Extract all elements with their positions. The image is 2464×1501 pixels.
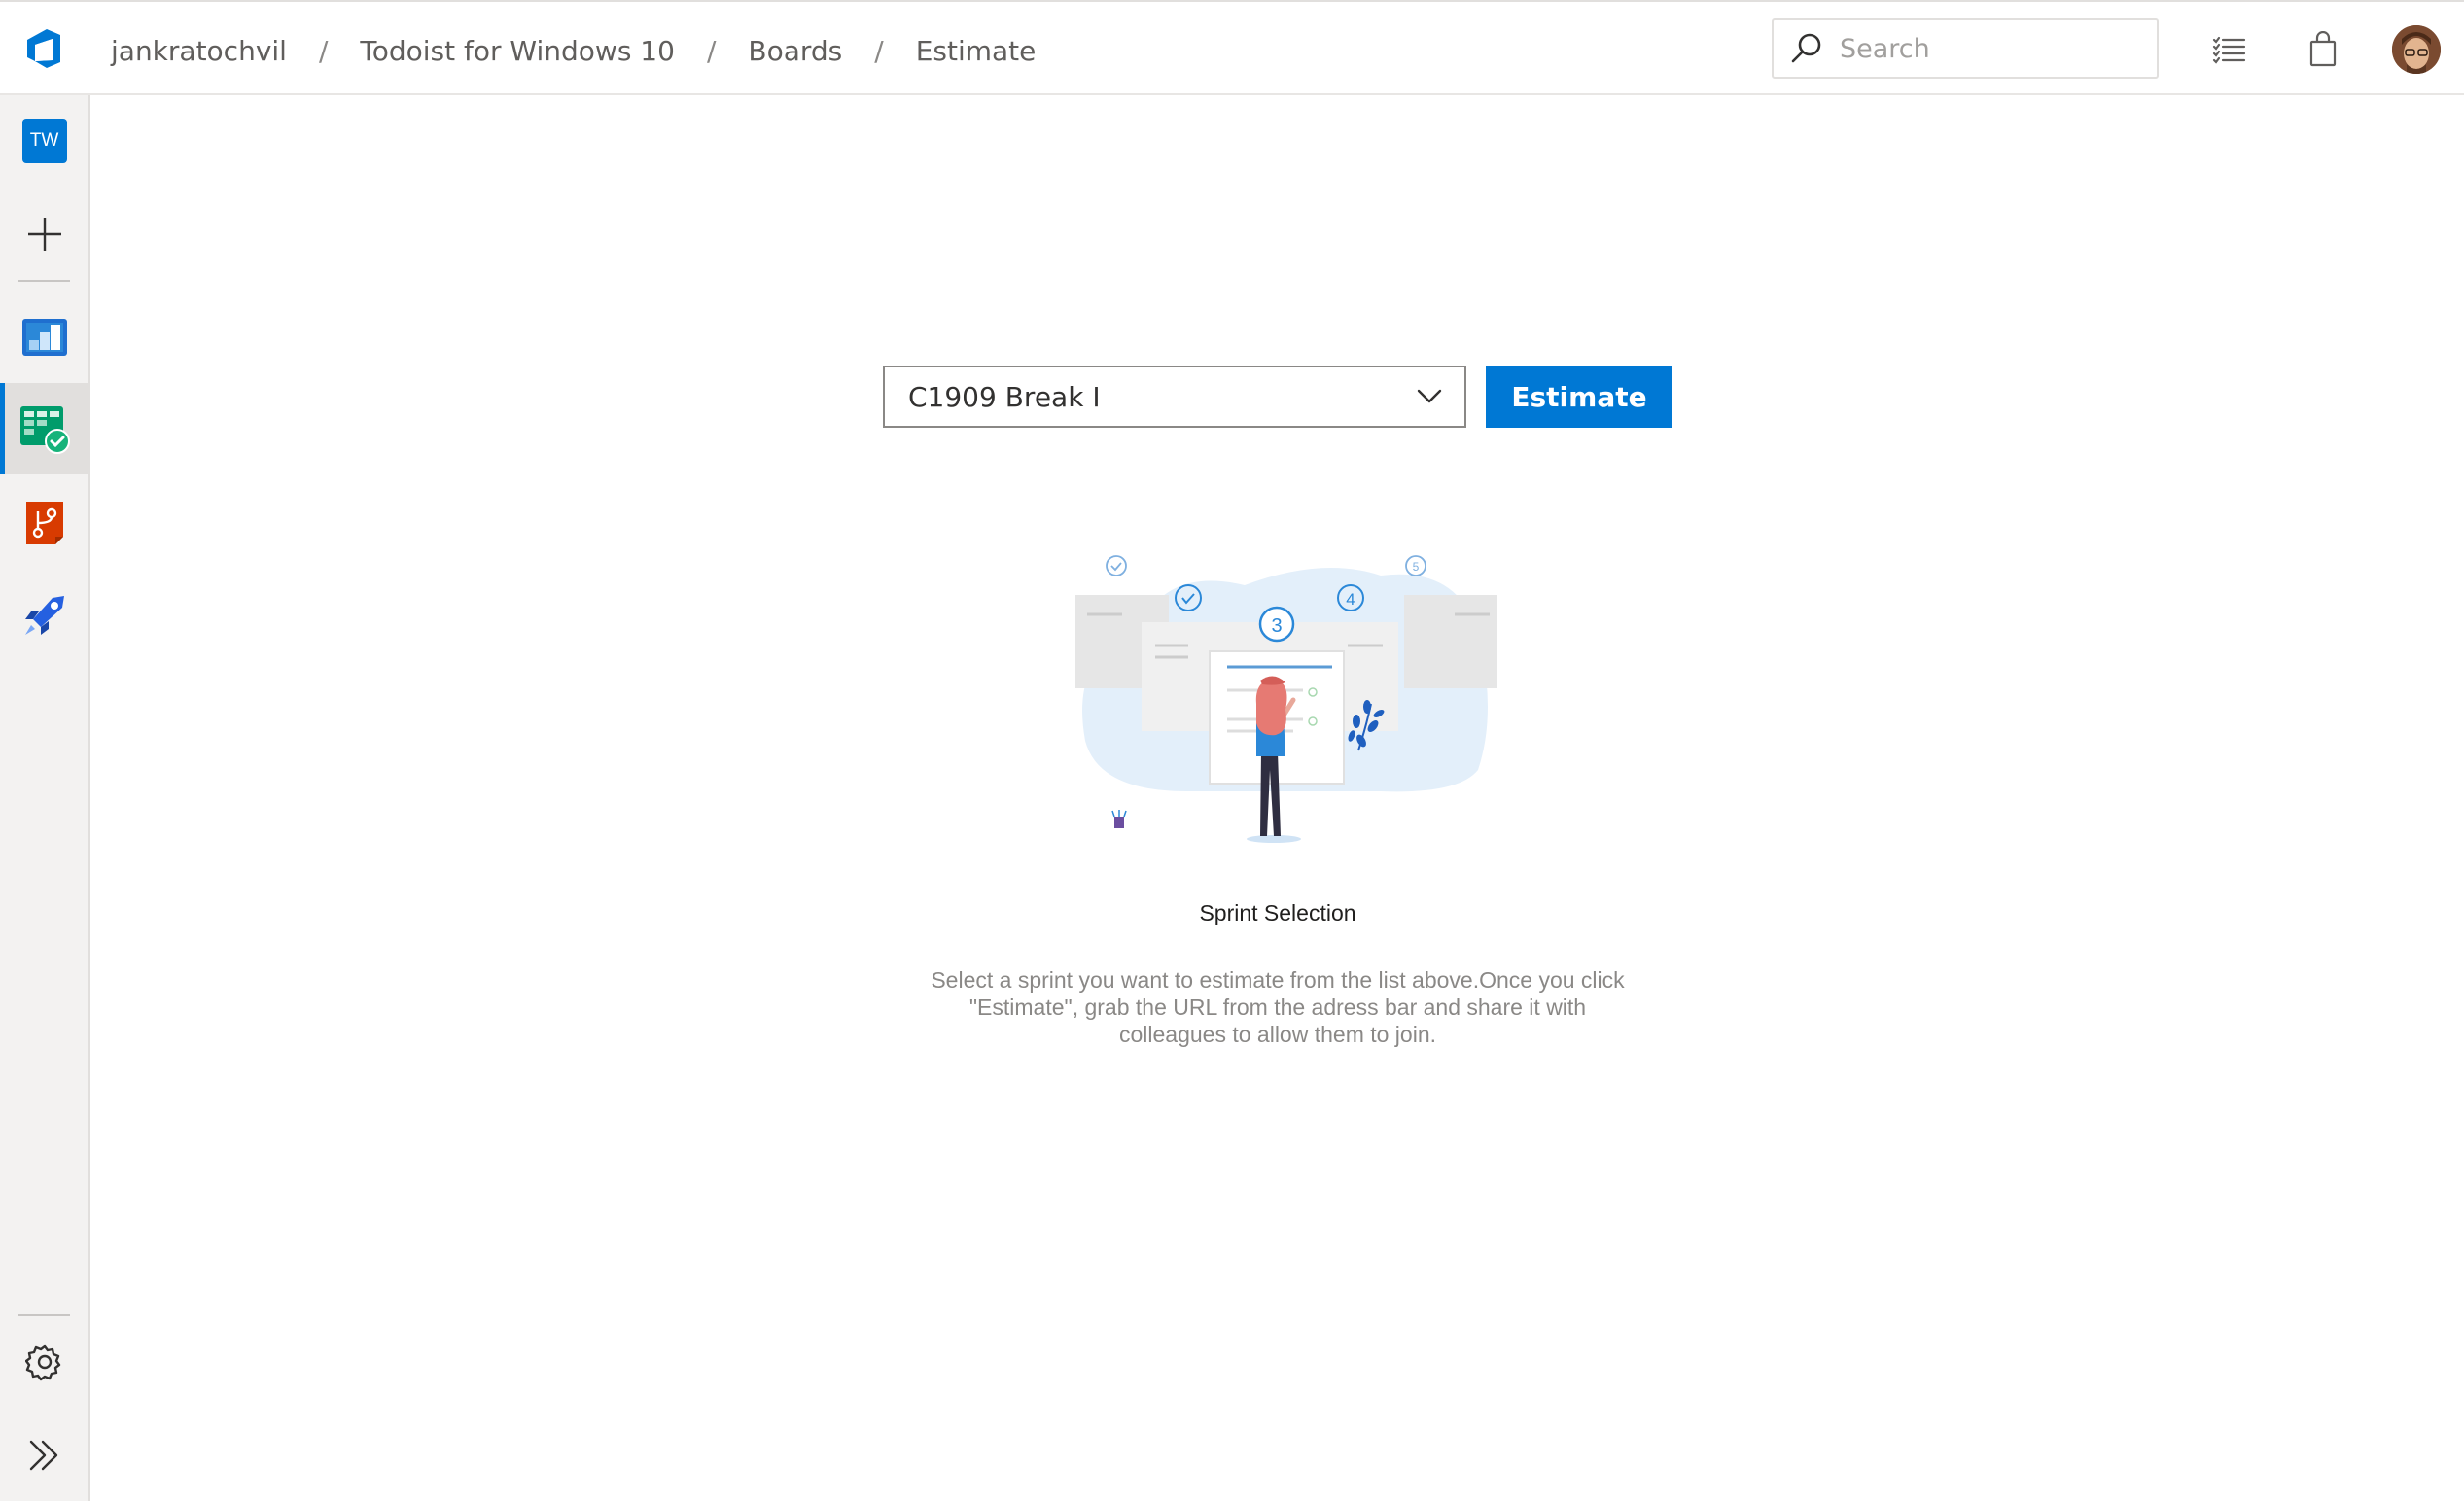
- step-number-5: 5: [1413, 560, 1420, 574]
- sidebar-item-repos[interactable]: [0, 476, 88, 568]
- breadcrumb: jankratochvil / Todoist for Windows 10 /…: [111, 29, 1036, 72]
- empty-state-title: Sprint Selection: [1199, 900, 1356, 925]
- left-navigation-rail: TW: [0, 95, 90, 1501]
- sprint-selection-illustration: 3 4 5: [1075, 555, 1497, 843]
- breadcrumb-org[interactable]: jankratochvil: [111, 35, 287, 67]
- project-button[interactable]: TW: [0, 95, 88, 187]
- plus-icon: [27, 218, 61, 251]
- new-button[interactable]: [0, 189, 88, 280]
- sidebar-item-overview[interactable]: [0, 290, 88, 381]
- sidebar-item-pipelines[interactable]: [0, 570, 88, 661]
- pipelines-icon: [24, 596, 64, 635]
- breadcrumb-separator: /: [874, 34, 884, 67]
- double-chevron-right-icon: [29, 1440, 57, 1471]
- empty-state-description: Select a sprint you want to estimate fro…: [931, 967, 1625, 1047]
- step-number-3: 3: [1271, 615, 1282, 637]
- gear-icon: [24, 1344, 60, 1381]
- settings-button[interactable]: [0, 1316, 88, 1408]
- boards-icon: [19, 406, 70, 454]
- expand-button[interactable]: [0, 1410, 88, 1501]
- overview-icon: [21, 319, 67, 356]
- top-header: jankratochvil / Todoist for Windows 10 /…: [0, 0, 2464, 95]
- sprint-dropdown[interactable]: C1909 Break I: [883, 366, 1466, 428]
- breadcrumb-separator: /: [706, 34, 717, 67]
- breadcrumb-project[interactable]: Todoist for Windows 10: [360, 35, 675, 67]
- breadcrumb-boards[interactable]: Boards: [748, 35, 842, 67]
- breadcrumb-estimate[interactable]: Estimate: [916, 35, 1037, 67]
- azure-devops-logo-icon[interactable]: [21, 25, 68, 72]
- chevron-down-icon: [1417, 389, 1442, 403]
- project-badge: TW: [21, 119, 67, 163]
- task-list-icon[interactable]: [2211, 31, 2248, 68]
- search-input[interactable]: [1840, 33, 2151, 64]
- user-avatar[interactable]: [2392, 25, 2441, 74]
- shopping-bag-icon[interactable]: [2305, 31, 2341, 68]
- user-photo: [2392, 25, 2441, 74]
- search-box[interactable]: [1772, 18, 2159, 79]
- breadcrumb-separator: /: [318, 34, 329, 67]
- repos-icon: [25, 502, 63, 544]
- sidebar-item-boards[interactable]: [0, 383, 88, 474]
- rail-divider: [18, 280, 70, 282]
- estimate-button[interactable]: Estimate: [1486, 366, 1672, 428]
- sprint-dropdown-value: C1909 Break I: [908, 380, 1101, 413]
- search-icon: [1791, 33, 1821, 63]
- step-number-4: 4: [1346, 590, 1355, 609]
